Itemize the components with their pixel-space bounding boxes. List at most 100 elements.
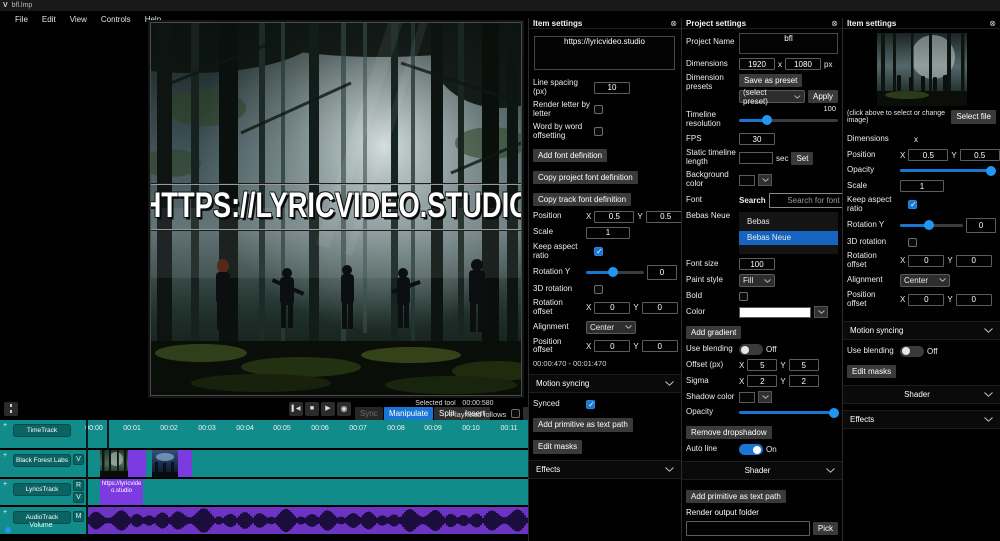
edit-masks-button[interactable]: Edit masks [533,440,582,453]
rotation-offset-y-input[interactable] [642,302,678,314]
stop-button[interactable]: ■ [305,402,319,416]
sigma-y-input[interactable] [789,375,819,387]
sigma-x-input[interactable] [747,375,777,387]
playhead-follows-checkbox[interactable] [511,409,520,418]
bold-checkbox[interactable] [739,292,748,301]
render-output-input[interactable] [686,521,810,536]
scale-input[interactable] [900,180,944,192]
menu-edit[interactable]: Edit [42,15,56,24]
opacity-slider[interactable] [739,411,838,414]
lyrics-track-row[interactable]: + LyricsTrack R V https://lyricvideo.stu… [0,479,528,505]
close-icon[interactable]: ⊗ [831,19,838,28]
fps-input[interactable] [739,133,775,145]
add-primitive-button[interactable]: Add primitive as text path [686,490,786,503]
time-track-row[interactable]: + TimeTrack 00:00 00:01 00:02 00:03 00:0… [0,420,528,448]
3d-rotation-checkbox[interactable] [594,285,603,294]
video-preview[interactable]: HTTPS://LYRICVIDEO.STUDIO [150,22,522,396]
copy-project-font-button[interactable]: Copy project font definition [533,171,638,184]
remove-dropshadow-button[interactable]: Remove dropshadow [686,426,772,439]
scale-input[interactable] [586,227,630,239]
play-button[interactable]: ▶ [321,402,335,416]
track-name-black-forest-labs[interactable]: Black Forest Labs [13,454,71,467]
track-name-lyricstrack[interactable]: LyricsTrack [13,483,71,496]
offset-y-input[interactable] [789,359,819,371]
image-clip-2[interactable] [152,450,192,477]
project-name-input[interactable]: bfl [739,33,838,54]
use-blending-toggle[interactable] [900,346,924,357]
item-text-input[interactable]: https://lyricvideo.studio [534,36,675,70]
motion-syncing-section[interactable]: Motion syncing [529,374,681,393]
image-track-row[interactable]: + Black Forest Labs V [0,450,528,477]
preset-select[interactable]: (select preset) [739,90,805,103]
menu-view[interactable]: View [70,15,87,24]
volume-control[interactable]: Volume [8,522,74,529]
dimension-height-input[interactable] [785,58,821,70]
rotation-offset-x-input[interactable] [908,255,944,267]
opacity-slider[interactable] [900,169,996,172]
playhead[interactable] [107,420,109,450]
add-item-icon[interactable]: + [3,422,7,429]
add-gradient-button[interactable]: Add gradient [686,326,741,339]
position-offset-y-input[interactable] [956,294,992,306]
rotation-y-input[interactable] [647,265,677,280]
save-as-preset-button[interactable]: Save as preset [739,74,802,87]
font-option[interactable]: Bebas [739,215,838,229]
track-m-button[interactable]: M [73,511,84,522]
font-search-input[interactable] [769,193,842,208]
sync-button[interactable]: Sync [355,407,383,420]
track-name-timetrack[interactable]: TimeTrack [13,424,71,437]
add-item-icon[interactable]: + [3,509,7,516]
font-size-input[interactable] [739,258,775,270]
line-spacing-input[interactable] [594,82,630,94]
track-v-button[interactable]: V [73,492,84,503]
position-y-input[interactable] [646,211,681,223]
image-clip-1[interactable] [100,450,146,477]
background-color-swatch[interactable] [739,175,755,186]
static-length-input[interactable] [739,152,773,164]
position-x-input[interactable] [908,149,948,161]
alignment-select[interactable]: Center [900,274,950,287]
alignment-select[interactable]: Center [586,321,636,334]
menu-controls[interactable]: Controls [101,15,131,24]
paint-style-select[interactable]: Fill [739,274,775,287]
auto-line-toggle[interactable] [739,444,763,455]
text-selection-box[interactable]: HTTPS://LYRICVIDEO.STUDIO [150,184,522,230]
synced-checkbox[interactable] [586,400,595,409]
position-y-input[interactable] [960,149,1000,161]
rotation-offset-y-input[interactable] [956,255,992,267]
3d-rotation-checkbox[interactable] [908,238,917,247]
select-file-button[interactable]: Select file [951,110,996,123]
keep-aspect-checkbox[interactable] [908,200,917,209]
position-offset-x-input[interactable] [908,294,944,306]
skip-start-button[interactable]: ▌◀ [289,402,303,416]
apply-button[interactable]: Apply [808,90,838,103]
timeline-tracks[interactable]: + TimeTrack 00:00 00:01 00:02 00:03 00:0… [0,420,528,534]
audio-track-row[interactable]: + AudioTrack M Volume [0,507,528,534]
add-item-icon[interactable]: + [3,481,7,488]
shadow-color-dropdown[interactable] [758,391,772,403]
edit-masks-button[interactable]: Edit masks [847,365,896,378]
rotation-y-slider[interactable] [900,224,963,227]
close-icon[interactable]: ⊗ [989,19,996,28]
keep-aspect-checkbox[interactable] [594,247,603,256]
position-x-input[interactable] [594,211,634,223]
tool-manipulate[interactable]: Manipulate [384,407,433,420]
motion-syncing-section[interactable]: Motion syncing [843,321,1000,340]
rotation-y-slider[interactable] [586,271,644,274]
add-font-definition-button[interactable]: Add font definition [533,149,607,162]
record-button[interactable]: ◉ [337,402,351,416]
shadow-color-swatch[interactable] [739,392,755,403]
set-button[interactable]: Set [791,152,813,165]
track-r-button[interactable]: R [73,480,84,491]
position-offset-y-input[interactable] [642,340,678,352]
add-primitive-button[interactable]: Add primitive as text path [533,418,633,431]
effects-section[interactable]: Effects [529,460,681,479]
item-image-thumbnail[interactable] [877,33,967,106]
add-item-icon[interactable]: + [3,452,7,459]
dimension-width-input[interactable] [739,58,775,70]
render-button[interactable]: Render [523,407,528,420]
track-v-button[interactable]: V [73,454,84,465]
offset-x-input[interactable] [747,359,777,371]
shader-section[interactable]: Shader [682,461,842,480]
pick-button[interactable]: Pick [813,522,838,535]
